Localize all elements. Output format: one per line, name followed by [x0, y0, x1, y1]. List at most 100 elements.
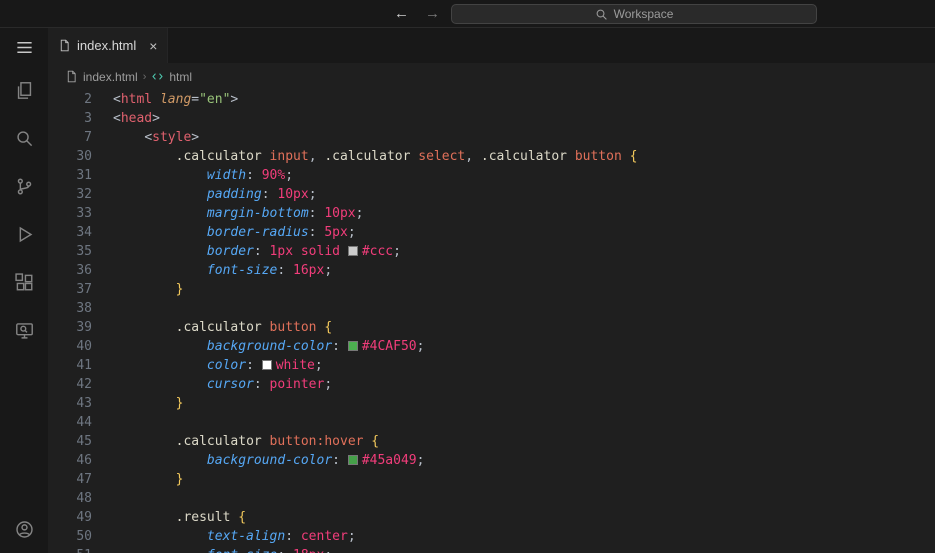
editor-group: index.html × index.html › html 2 <html la… — [48, 28, 935, 553]
code-line[interactable]: 33 margin-bottom: 10px; — [48, 204, 935, 223]
code-line[interactable]: 30 .calculator input, .calculator select… — [48, 147, 935, 166]
code-text: <head> — [113, 111, 160, 126]
code-text: .calculator button { — [175, 320, 333, 335]
search-icon — [596, 9, 607, 20]
history-navigation: ← → — [394, 0, 440, 27]
code-line[interactable]: 35 border: 1px solid #ccc; — [48, 242, 935, 261]
code-line[interactable]: 51 font-size: 18px; — [48, 546, 935, 553]
vscode-window: ← → Workspace index.html × index.html › … — [0, 0, 935, 553]
code-line[interactable]: 39 .calculator button { — [48, 318, 935, 337]
code-text: } — [175, 396, 184, 411]
tab-index-html[interactable]: index.html × — [48, 28, 169, 63]
editor[interactable]: 2 <html lang="en"> 3 <head> 7 <style> 30 .cal… — [48, 90, 935, 553]
code-line[interactable]: 41 color: white; — [48, 356, 935, 375]
line-number: 48 — [76, 491, 92, 506]
title-bar: ← → Workspace — [0, 0, 935, 28]
code-line[interactable]: 44 — [48, 413, 935, 432]
line-number: 38 — [76, 301, 92, 316]
code-line[interactable]: 48 — [48, 489, 935, 508]
code-text: margin-bottom: 10px; — [206, 206, 364, 221]
code-line[interactable]: 37 } — [48, 280, 935, 299]
code-line[interactable]: 3 <head> — [48, 109, 935, 128]
line-number: 41 — [76, 358, 92, 373]
code-line[interactable]: 7 <style> — [48, 128, 935, 147]
sidebar-item-search[interactable] — [0, 114, 48, 162]
html-symbol-icon — [152, 73, 164, 80]
breadcrumb-symbol[interactable]: html — [169, 70, 192, 84]
account-button[interactable] — [0, 505, 48, 553]
code-text: cursor: pointer; — [206, 377, 333, 392]
code-line[interactable]: 40 background-color: #4CAF50; — [48, 337, 935, 356]
line-number: 50 — [76, 529, 92, 544]
run-debug-icon — [19, 226, 32, 242]
line-number: 35 — [76, 244, 92, 259]
workspace-search-box[interactable]: Workspace — [451, 4, 817, 24]
forward-icon[interactable]: → — [425, 5, 440, 22]
chevron-right-icon: › — [142, 70, 147, 83]
color-swatch[interactable] — [347, 341, 358, 351]
color-swatch[interactable] — [261, 360, 272, 370]
code-line[interactable]: 45 .calculator button:hover { — [48, 432, 935, 451]
line-number: 42 — [76, 377, 92, 392]
line-number: 44 — [76, 415, 92, 430]
code-text: border: 1px solid #ccc; — [206, 244, 401, 259]
line-number: 34 — [76, 225, 92, 240]
file-icon — [67, 70, 76, 83]
code-text: font-size: 18px; — [92, 546, 332, 553]
line-number: 36 — [76, 263, 92, 278]
code-text: text-align: center; — [206, 529, 356, 544]
color-swatch[interactable] — [347, 455, 358, 465]
code-line[interactable]: 43 } — [48, 394, 935, 413]
workspace-search-label: Workspace — [613, 7, 674, 21]
line-number: 45 — [76, 434, 92, 449]
code-text: background-color: #4CAF50; — [206, 339, 425, 354]
sidebar-item-explorer[interactable] — [0, 66, 48, 114]
line-number: 2 — [84, 92, 92, 107]
code-text: .calculator button:hover { — [175, 434, 380, 449]
code-text: <html lang="en"> — [113, 92, 239, 107]
line-number: 49 — [76, 510, 92, 525]
color-swatch[interactable] — [347, 246, 358, 256]
line-number: 39 — [76, 320, 92, 335]
code-line[interactable]: 49 .result { — [48, 508, 935, 527]
line-number: 32 — [76, 187, 92, 202]
account-icon — [15, 520, 33, 538]
sidebar-item-source-control[interactable] — [0, 162, 48, 210]
sidebar-item-live-preview[interactable] — [0, 306, 48, 354]
code-line[interactable]: 47 } — [48, 470, 935, 489]
line-number: 37 — [76, 282, 92, 297]
code-text: border-radius: 5px; — [206, 225, 356, 240]
sidebar-item-run-debug[interactable] — [0, 210, 48, 258]
live-preview-icon — [15, 322, 33, 339]
code-line[interactable]: 42 cursor: pointer; — [48, 375, 935, 394]
code-line[interactable]: 36 font-size: 16px; — [48, 261, 935, 280]
line-number: 51 — [48, 546, 92, 553]
code-line[interactable]: 32 padding: 10px; — [48, 185, 935, 204]
breadcrumb-file[interactable]: index.html — [83, 70, 138, 84]
menu-button[interactable] — [0, 28, 48, 66]
close-icon[interactable]: × — [149, 39, 157, 53]
search-icon — [16, 130, 32, 146]
code-line[interactable]: 50 text-align: center; — [48, 527, 935, 546]
line-number: 33 — [76, 206, 92, 221]
sidebar-item-extensions[interactable] — [0, 258, 48, 306]
code-text: <style> — [144, 130, 200, 145]
menu-icon — [16, 41, 32, 53]
code-line[interactable]: 46 background-color: #45a049; — [48, 451, 935, 470]
code-text: background-color: #45a049; — [206, 453, 425, 468]
code-line[interactable]: 2 <html lang="en"> — [48, 90, 935, 109]
code-text: .result { — [175, 510, 247, 525]
source-control-icon — [17, 178, 31, 194]
code-line[interactable]: 34 border-radius: 5px; — [48, 223, 935, 242]
file-icon — [60, 39, 69, 52]
code-line[interactable]: 31 width: 90%; — [48, 166, 935, 185]
code-line[interactable]: 38 — [48, 299, 935, 318]
tab-bar: index.html × — [48, 28, 935, 63]
activity-bar — [0, 28, 48, 553]
back-icon[interactable]: ← — [394, 5, 409, 22]
tab-label: index.html — [77, 38, 137, 53]
line-number: 40 — [76, 339, 92, 354]
